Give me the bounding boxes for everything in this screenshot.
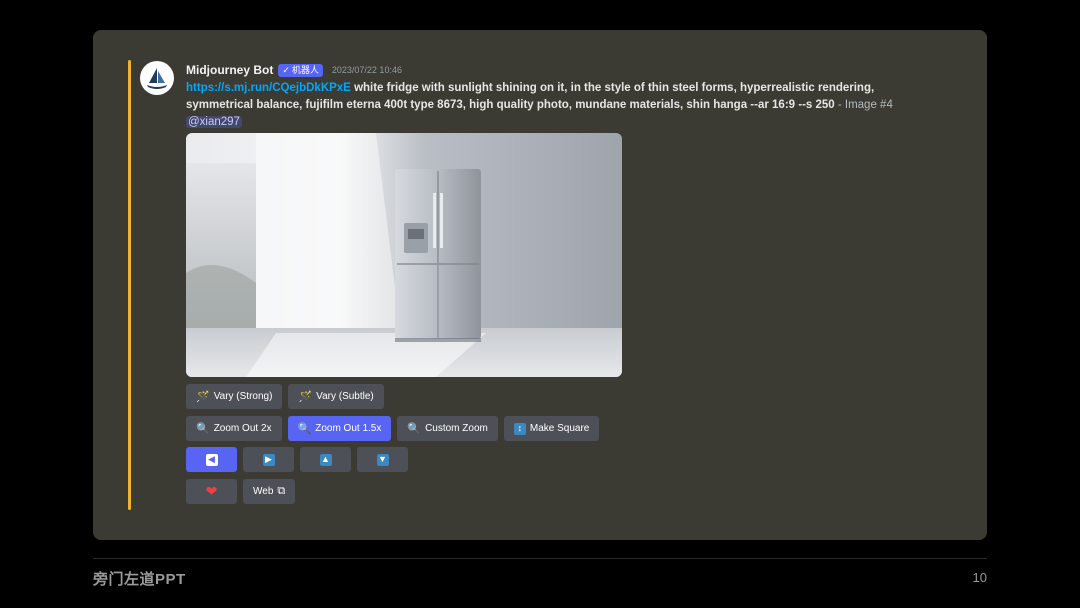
web-button[interactable]: Web ⧉ <box>243 479 296 504</box>
magnifier-icon: 🔍 <box>407 423 422 435</box>
heart-icon: ❤ <box>205 483 218 499</box>
vary-strong-button[interactable]: 🪄 Vary (Strong) <box>186 384 283 409</box>
vary-button-row: 🪄 Vary (Strong) 🪄 Vary (Subtle) <box>186 384 384 409</box>
vary-strong-label: Vary (Strong) <box>213 391 273 402</box>
make-square-button[interactable]: ↕ Make Square <box>503 416 600 441</box>
fridge-image <box>186 133 622 377</box>
pan-right-button[interactable]: ▶ <box>243 447 294 472</box>
prompt-link[interactable]: https://s.mj.run/CQejbDkKPxE <box>186 82 351 94</box>
timestamp: 2023/07/22 10:46 <box>331 65 402 75</box>
custom-zoom-label: Custom Zoom <box>425 423 488 434</box>
arrow-down-icon: ▼ <box>376 453 389 466</box>
embed-accent-bar <box>128 60 131 510</box>
bot-badge: ✓ 机器人 <box>278 63 323 77</box>
sailboat-icon <box>143 64 171 92</box>
zoom-out-1-5x-label: Zoom Out 1.5x <box>315 423 382 434</box>
footer-divider <box>93 558 987 559</box>
make-square-label: Make Square <box>529 423 590 434</box>
extra-button-row: ❤ Web ⧉ <box>186 479 296 504</box>
avatar[interactable] <box>140 61 174 95</box>
custom-zoom-button[interactable]: 🔍 Custom Zoom <box>397 416 498 441</box>
magic-wand-icon: 🪄 <box>298 391 313 403</box>
arrow-left-icon: ◀ <box>205 453 218 466</box>
zoom-button-row: 🔍 Zoom Out 2x 🔍 Zoom Out 1.5x 🔍 Custom Z… <box>186 416 600 441</box>
zoom-out-2x-button[interactable]: 🔍 Zoom Out 2x <box>186 416 282 441</box>
vary-subtle-button[interactable]: 🪄 Vary (Subtle) <box>288 384 384 409</box>
generated-image[interactable] <box>186 133 622 377</box>
external-link-icon: ⧉ <box>277 485 286 497</box>
arrow-right-icon: ▶ <box>262 453 275 466</box>
zoom-out-2x-label: Zoom Out 2x <box>213 423 272 434</box>
checkmark-icon: ✓ <box>282 64 290 75</box>
arrow-up-icon: ▲ <box>319 453 332 466</box>
pan-down-button[interactable]: ▼ <box>357 447 408 472</box>
magnifier-icon: 🔍 <box>297 423 312 435</box>
zoom-out-1-5x-button[interactable]: 🔍 Zoom Out 1.5x <box>287 416 392 441</box>
user-mention[interactable]: @xian297 <box>186 116 242 128</box>
page-number: 10 <box>972 570 987 585</box>
magnifier-icon: 🔍 <box>196 423 210 435</box>
favorite-button[interactable]: ❤ <box>186 479 237 504</box>
message-content: https://s.mj.run/CQejbDkKPxE white fridg… <box>186 80 916 131</box>
pan-up-button[interactable]: ▲ <box>300 447 351 472</box>
username[interactable]: Midjourney Bot <box>186 63 273 77</box>
web-label: Web <box>253 486 274 497</box>
image-index: - Image #4 <box>834 99 893 111</box>
up-down-arrow-icon: ↕ <box>513 422 526 435</box>
magic-wand-icon: 🪄 <box>196 391 210 403</box>
footer-brand: 旁门左道PPT <box>93 571 186 588</box>
bot-badge-label: 机器人 <box>291 64 319 75</box>
pan-left-button[interactable]: ◀ <box>186 447 237 472</box>
pan-button-row: ◀ ▶ ▲ ▼ <box>186 447 408 472</box>
vary-subtle-label: Vary (Subtle) <box>316 391 374 402</box>
message-header: Midjourney Bot ✓ 机器人 2023/07/22 10:46 <box>186 62 402 78</box>
